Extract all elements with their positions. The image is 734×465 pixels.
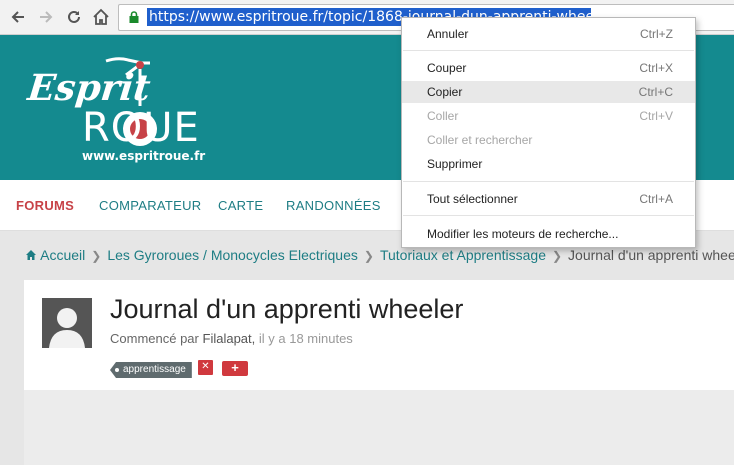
reload-icon (68, 10, 80, 23)
menu-item-shortcut: Ctrl+Z (640, 27, 673, 41)
menu-item-shortcut: Ctrl+C (638, 85, 673, 99)
forward-arrow-icon (40, 11, 53, 23)
nav-item-randonnees[interactable]: RANDONNÉES (286, 198, 381, 213)
breadcrumb-home[interactable]: Accueil (40, 247, 85, 263)
breadcrumb: Accueil ❯ Les Gyroroues / Monocycles Elect… (25, 247, 734, 263)
chevron-right-icon: ❯ (551, 249, 563, 263)
menu-item-label: Couper (427, 61, 467, 75)
forward-button[interactable] (34, 5, 58, 29)
menu-item-label: Tout sélectionner (427, 192, 518, 206)
menu-item-couper[interactable]: Couper Ctrl+X (402, 57, 695, 79)
site-logo[interactable]: Esprit ROUE www.espritroue.fr (25, 45, 218, 165)
logo-text-roue: ROUE (82, 105, 200, 151)
menu-item-shortcut: Ctrl+X (639, 61, 673, 75)
menu-item-supprimer[interactable]: Supprimer (402, 153, 695, 175)
avatar[interactable] (42, 298, 92, 348)
tag-badge[interactable]: apprentissage (110, 362, 192, 378)
menu-item-label: Coller (427, 109, 459, 123)
menu-separator (403, 215, 694, 216)
menu-item-coller-et-rechercher[interactable]: Coller et rechercher (402, 129, 695, 151)
menu-item-label: Supprimer (427, 157, 483, 171)
menu-item-shortcut: Ctrl+A (639, 192, 673, 206)
back-button[interactable] (6, 5, 30, 29)
menu-item-tout-selectionner[interactable]: Tout sélectionner Ctrl+A (402, 188, 695, 210)
topic-time: il y a 18 minutes (258, 331, 353, 346)
chevron-right-icon: ❯ (91, 249, 102, 263)
nav-item-carte[interactable]: CARTE (218, 198, 263, 213)
tag-hole-icon (115, 368, 119, 372)
add-tag-button[interactable]: + (222, 361, 248, 376)
menu-item-label: Copier (427, 85, 463, 99)
menu-item-label: Coller et rechercher (427, 133, 533, 147)
menu-item-annuler[interactable]: Annuler Ctrl+Z (402, 23, 695, 45)
home-button[interactable] (89, 5, 113, 29)
logo-text-esprit: Esprit (25, 67, 153, 109)
tag-label: apprentissage (123, 364, 186, 375)
topic-meta: Commencé par Filalapat, il y a 18 minute… (110, 331, 353, 346)
logo-url: www.espritroue.fr (82, 149, 206, 163)
menu-item-modifier-moteurs[interactable]: Modifier les moteurs de recherche... (402, 223, 695, 245)
menu-separator (403, 181, 694, 182)
content-area (24, 390, 734, 465)
nav-item-comparateur[interactable]: COMPARATEUR (99, 198, 202, 213)
breadcrumb-forum[interactable]: Tutoriaux et Apprentissage (380, 247, 546, 263)
menu-separator (403, 50, 694, 51)
author-link[interactable]: Filalapat, (203, 331, 256, 346)
home-icon (93, 8, 109, 25)
menu-item-coller[interactable]: Coller Ctrl+V (402, 105, 695, 127)
started-by-label: Commencé par (110, 331, 199, 346)
home-icon (26, 250, 36, 260)
lock-icon (129, 11, 139, 23)
page-title: Journal d'un apprenti wheeler (110, 294, 464, 324)
menu-item-copier[interactable]: Copier Ctrl+C (402, 81, 695, 103)
nav-item-forums[interactable]: FORUMS (16, 198, 74, 213)
chevron-right-icon: ❯ (363, 249, 374, 263)
context-menu: Annuler Ctrl+Z Couper Ctrl+X Copier Ctrl… (401, 17, 696, 248)
menu-item-label: Modifier les moteurs de recherche... (427, 227, 619, 241)
menu-item-label: Annuler (427, 27, 469, 41)
menu-item-shortcut: Ctrl+V (639, 109, 673, 123)
remove-tag-button[interactable]: ✕ (198, 360, 213, 375)
user-silhouette-icon (49, 308, 85, 348)
reload-button[interactable] (62, 5, 86, 29)
back-arrow-icon (11, 11, 24, 23)
breadcrumb-category[interactable]: Les Gyroroues / Monocycles Electriques (107, 247, 358, 263)
topic-header: Journal d'un apprenti wheeler Commencé p… (24, 280, 734, 390)
breadcrumb-current: Journal d'un apprenti wheeler (568, 247, 734, 263)
